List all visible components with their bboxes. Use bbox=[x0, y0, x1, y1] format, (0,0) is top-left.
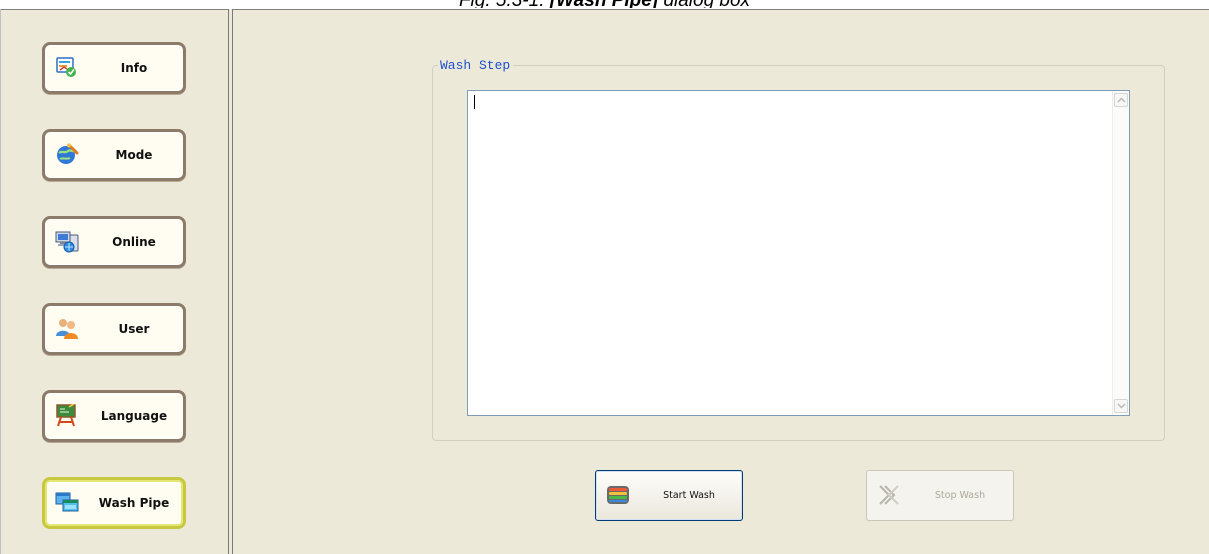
panel-splitter[interactable] bbox=[228, 9, 233, 554]
mode-icon bbox=[55, 142, 79, 166]
window-left-edge bbox=[0, 9, 1, 554]
vertical-scrollbar[interactable] bbox=[1112, 91, 1129, 415]
sidebar-item-label: User bbox=[118, 322, 150, 336]
chevron-down-icon bbox=[1117, 403, 1126, 409]
sidebar-item-user[interactable]: User bbox=[42, 303, 186, 355]
info-icon bbox=[55, 55, 79, 79]
figure-caption: Fig. 5.3-1: [Wash Pipe] dialog box bbox=[0, 0, 1209, 8]
sidebar-item-label: Language bbox=[100, 409, 168, 423]
sidebar-item-label: Mode bbox=[115, 148, 153, 162]
sidebar-item-label: Wash Pipe bbox=[98, 496, 170, 510]
sidebar-item-label: Online bbox=[112, 235, 156, 249]
wash-step-log[interactable] bbox=[467, 90, 1130, 416]
wash-step-group-title: Wash Step bbox=[438, 58, 514, 73]
online-icon bbox=[55, 229, 79, 253]
caption-bold: [Wash Pipe] bbox=[550, 0, 658, 8]
text-caret bbox=[474, 95, 475, 109]
start-wash-label: Start Wash bbox=[663, 490, 715, 501]
start-wash-icon bbox=[606, 484, 630, 506]
sidebar-item-wash-pipe[interactable]: Wash Pipe bbox=[42, 477, 186, 529]
user-icon bbox=[55, 316, 79, 340]
wash-pipe-icon bbox=[55, 490, 79, 514]
stop-wash-icon bbox=[877, 484, 901, 506]
start-wash-button[interactable]: Start Wash bbox=[595, 470, 743, 521]
sidebar-item-label: Info bbox=[120, 61, 148, 75]
stop-wash-button[interactable]: Stop Wash bbox=[866, 470, 1014, 521]
stop-wash-label: Stop Wash bbox=[934, 490, 986, 501]
sidebar-item-online[interactable]: Online bbox=[42, 216, 186, 268]
sidebar-item-info[interactable]: Info bbox=[42, 42, 186, 94]
caption-prefix: Fig. 5.3-1: bbox=[459, 0, 545, 8]
language-icon bbox=[55, 403, 79, 427]
scroll-up-button[interactable] bbox=[1114, 93, 1128, 107]
chevron-up-icon bbox=[1117, 97, 1126, 103]
scroll-down-button[interactable] bbox=[1114, 399, 1128, 413]
sidebar-item-mode[interactable]: Mode bbox=[42, 129, 186, 181]
caption-suffix: dialog box bbox=[663, 0, 750, 8]
sidebar-item-language[interactable]: Language bbox=[42, 390, 186, 442]
